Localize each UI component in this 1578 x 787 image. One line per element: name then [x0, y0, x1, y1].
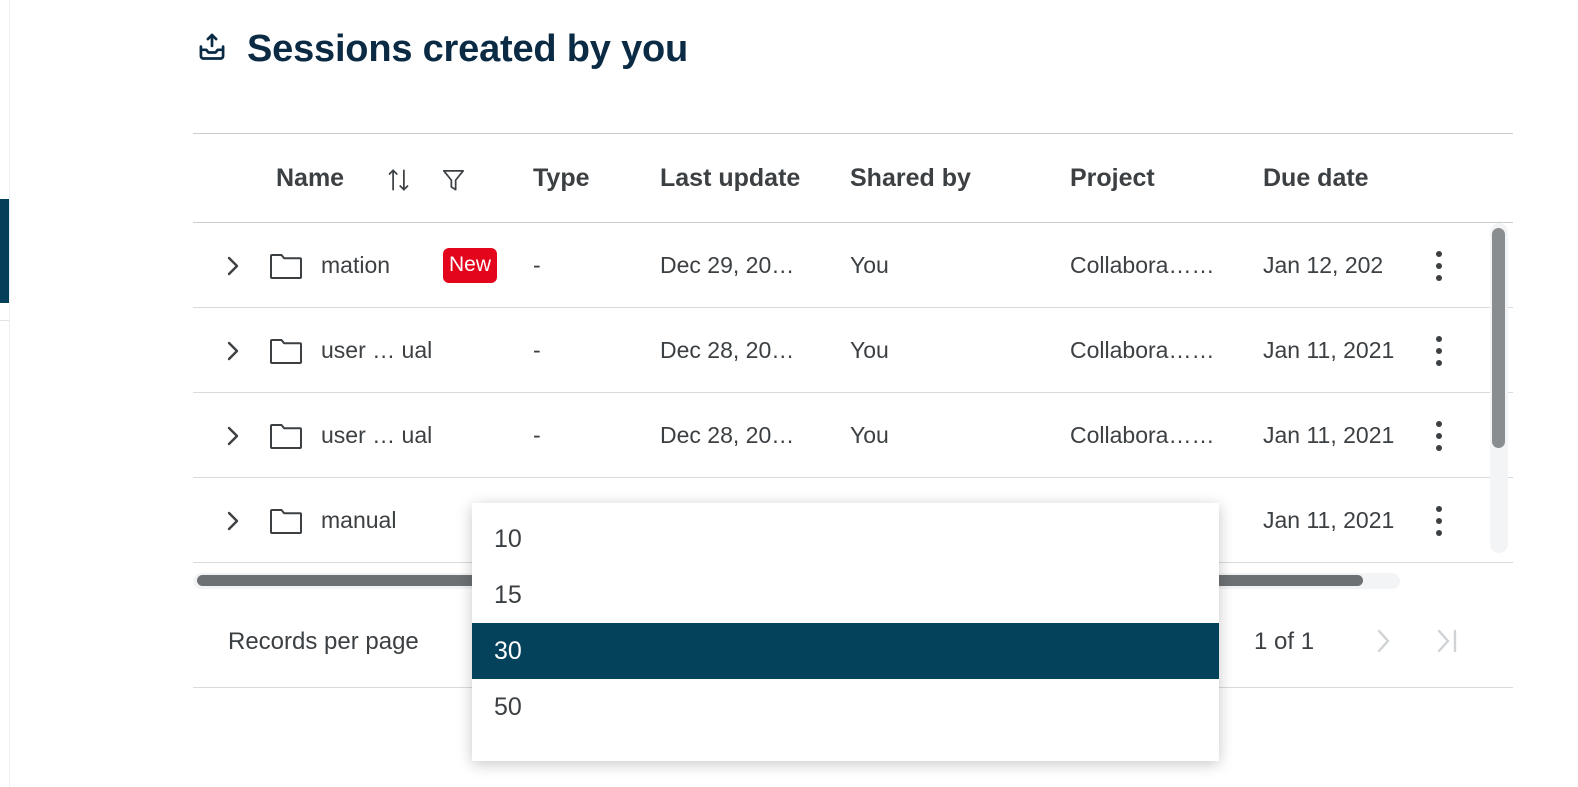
folder-icon [269, 223, 303, 308]
table-row[interactable]: user … ual - Dec 28, 20… You Collabora……… [193, 393, 1513, 478]
table-vertical-scrollbar-thumb[interactable] [1492, 228, 1505, 448]
row-project: Collabora…… [1070, 422, 1215, 448]
page-indicator: 1 of 1 [1254, 628, 1315, 655]
dropdown-option-30[interactable]: 30 [472, 623, 1219, 679]
folder-icon [269, 308, 303, 393]
column-header-name[interactable]: Name [276, 164, 344, 193]
column-header-due-date[interactable]: Due date [1263, 164, 1369, 193]
dropdown-option-50[interactable]: 50 [472, 679, 1219, 735]
next-page-button[interactable] [1373, 626, 1395, 656]
row-name[interactable]: user … ual [321, 308, 432, 393]
table-row[interactable]: mation New - Dec 29, 20… You Collabora……… [193, 223, 1513, 308]
new-badge-label: New [443, 248, 498, 283]
row-expand-toggle[interactable] [223, 223, 243, 308]
row-type: - [533, 252, 541, 278]
row-last-update: Dec 29, 20… [660, 252, 795, 278]
row-name[interactable]: mation [321, 223, 390, 308]
page-header: Sessions created by you [193, 30, 688, 68]
last-page-button[interactable] [1435, 626, 1463, 656]
row-actions-menu-button[interactable] [1436, 308, 1442, 393]
dropdown-option-10[interactable]: 10 [472, 511, 1219, 567]
row-expand-toggle[interactable] [223, 478, 243, 563]
kebab-menu-icon [1436, 505, 1442, 536]
row-type: - [533, 422, 541, 448]
column-header-type[interactable]: Type [533, 164, 590, 193]
row-last-update: Dec 28, 20… [660, 422, 795, 448]
row-expand-toggle[interactable] [223, 308, 243, 393]
dropdown-option-15[interactable]: 15 [472, 567, 1219, 623]
kebab-menu-icon [1436, 420, 1442, 451]
column-header-last-update[interactable]: Last update [660, 164, 800, 193]
row-actions-menu-button[interactable] [1436, 223, 1442, 308]
row-due-date: Jan 11, 2021 [1263, 507, 1395, 533]
sessions-table: Name Type Last update Shared by Project … [193, 133, 1513, 563]
kebab-menu-icon [1436, 335, 1442, 366]
row-expand-toggle[interactable] [223, 393, 243, 478]
folder-icon [269, 393, 303, 478]
sessions-page: Sessions created by you Name Type Last u… [0, 0, 1578, 787]
row-due-date: Jan 11, 2021 [1263, 422, 1395, 448]
row-due-date: Jan 12, 202 [1263, 252, 1384, 278]
filter-funnel-icon[interactable] [440, 166, 467, 194]
row-shared-by: You [850, 422, 889, 448]
row-shared-by: You [850, 252, 889, 278]
table-row[interactable]: user … ual - Dec 28, 20… You Collabora……… [193, 308, 1513, 393]
records-per-page-dropdown[interactable]: 10 15 30 50 [472, 503, 1219, 761]
row-actions-menu-button[interactable] [1436, 478, 1442, 563]
row-last-update: Dec 28, 20… [660, 337, 795, 363]
page-title: Sessions created by you [247, 28, 689, 70]
folder-icon [269, 478, 303, 563]
status-badge: New [443, 223, 498, 308]
row-due-date: Jan 11, 2021 [1263, 337, 1395, 363]
row-type: - [533, 337, 541, 363]
row-shared-by: You [850, 337, 889, 363]
column-header-shared-by[interactable]: Shared by [850, 164, 971, 193]
sort-icon[interactable] [385, 166, 412, 194]
row-actions-menu-button[interactable] [1436, 393, 1442, 478]
outbox-upload-icon [193, 30, 231, 68]
records-per-page-label: Records per page [228, 628, 419, 655]
row-name[interactable]: user … ual [321, 393, 432, 478]
column-header-project[interactable]: Project [1070, 164, 1155, 193]
dropdown-bottom-padding [472, 735, 1219, 761]
dropdown-top-padding [472, 503, 1219, 511]
row-project: Collabora…… [1070, 337, 1215, 363]
kebab-menu-icon [1436, 250, 1442, 281]
row-name[interactable]: manual [321, 478, 396, 563]
table-header-row: Name Type Last update Shared by Project … [193, 134, 1513, 222]
row-project: Collabora…… [1070, 252, 1215, 278]
